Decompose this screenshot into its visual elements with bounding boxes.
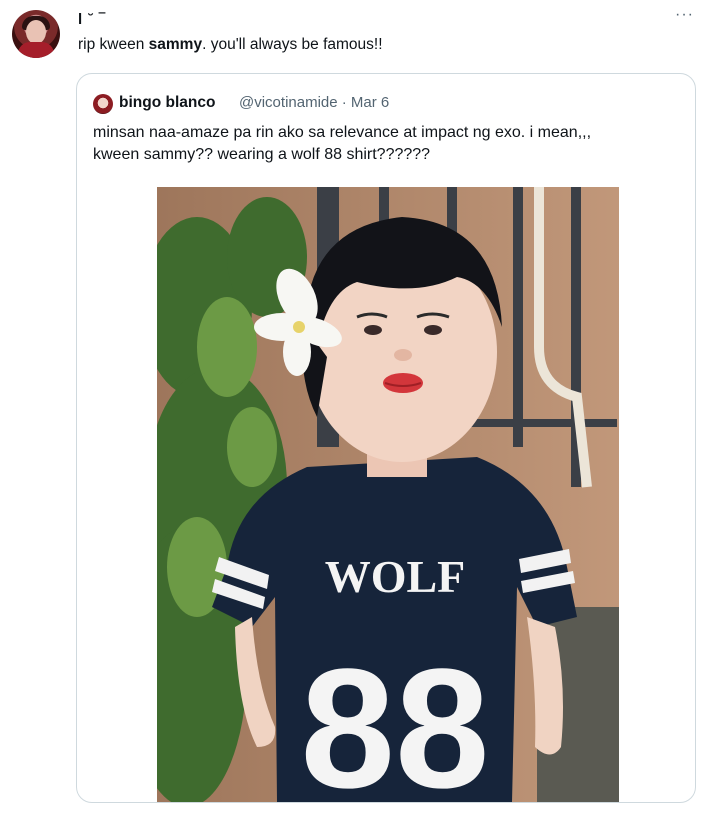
more-options-icon[interactable]: ··· xyxy=(675,6,694,24)
quoted-tweet-text: minsan naa-amaze pa rin ako sa relevance… xyxy=(93,122,683,166)
tweet-text-prefix: rip kween xyxy=(78,36,149,53)
quoted-author-name[interactable]: bingo blanco xyxy=(119,94,215,112)
shirt-text-top: WOLF xyxy=(325,551,466,602)
quoted-author-avatar[interactable] xyxy=(93,94,113,114)
author-avatar[interactable] xyxy=(12,10,60,58)
quoted-tweet-card[interactable]: bingo blanco @vicotinamide · Mar 6 minsa… xyxy=(76,73,696,803)
quoted-text-line-2: kween sammy?? wearing a wolf 88 shirt???… xyxy=(93,146,431,163)
tweet-text-suffix: . you'll always be famous!! xyxy=(202,36,383,53)
author-name-redacted[interactable]: l ˘ ‾ xyxy=(78,11,106,28)
tweet-text: rip kween sammy. you'll always be famous… xyxy=(78,36,383,54)
quoted-tweet-photo[interactable]: WOLF 88 xyxy=(157,187,619,802)
quoted-text-line-1: minsan naa-amaze pa rin ako sa relevance… xyxy=(93,124,592,141)
tweet-text-bold: sammy xyxy=(148,36,203,53)
photo-illustration: WOLF 88 xyxy=(157,187,619,802)
shirt-text-bottom: 88 xyxy=(300,634,489,802)
quoted-author-handle-date[interactable]: @vicotinamide · Mar 6 xyxy=(239,94,389,111)
